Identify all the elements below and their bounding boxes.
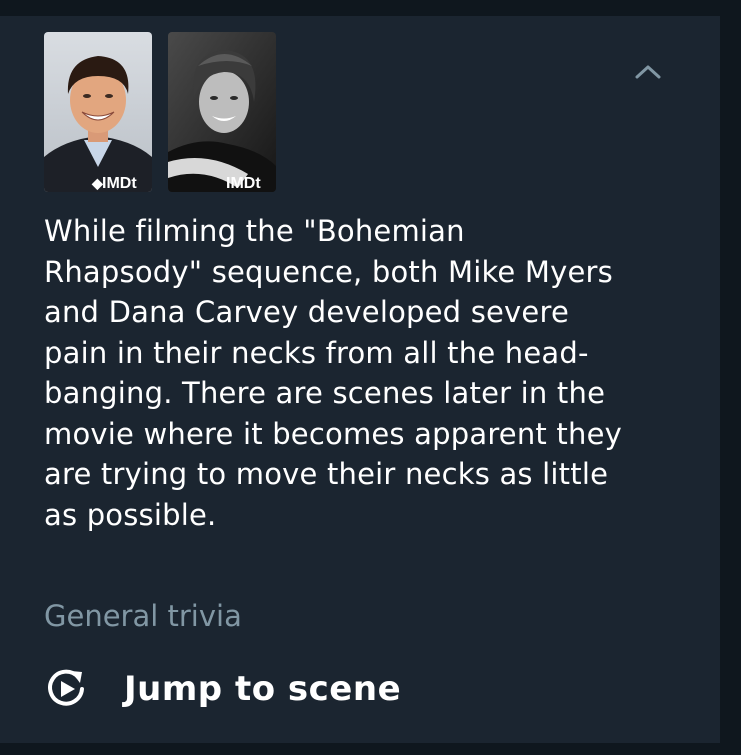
- svg-text:◆: ◆: [91, 175, 104, 191]
- collapse-button[interactable]: [628, 56, 668, 88]
- portrait-image: IMDt: [168, 32, 276, 192]
- watermark-text: IMDt: [102, 175, 137, 192]
- trivia-card: IMDt ◆ IMDt While filming the "Bohemian …: [0, 16, 720, 743]
- jump-to-scene-label: Jump to scene: [124, 669, 402, 709]
- cast-photo[interactable]: IMDt ◆: [44, 32, 152, 192]
- chevron-up-icon: [635, 65, 661, 79]
- watermark-text: IMDt: [226, 175, 261, 192]
- trivia-text: While filming the "Bohemian Rhapsody" se…: [44, 214, 622, 532]
- portrait-image: IMDt ◆: [44, 32, 152, 192]
- jump-to-scene-button[interactable]: Jump to scene: [44, 664, 401, 714]
- cast-photo[interactable]: IMDt: [168, 32, 276, 192]
- replay-icon: [44, 667, 88, 711]
- trivia-category: General trivia: [44, 599, 242, 633]
